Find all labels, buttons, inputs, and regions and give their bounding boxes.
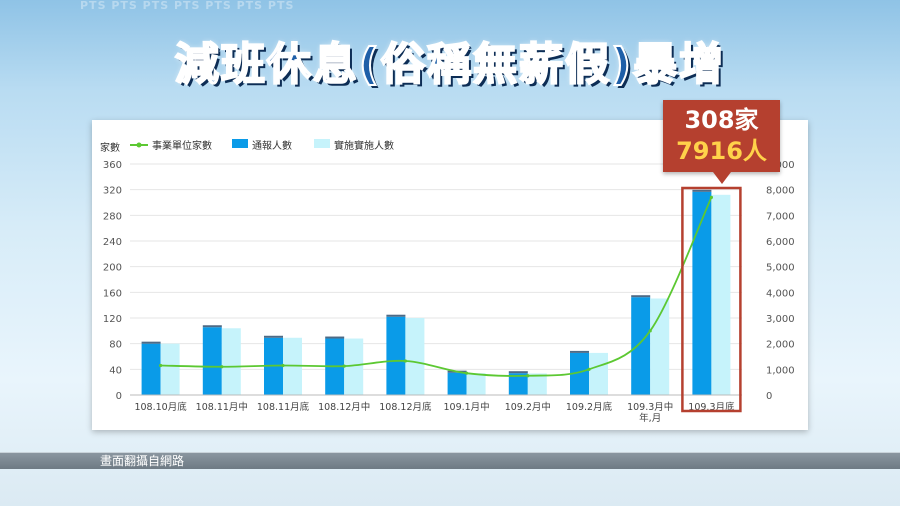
legend-label: 通報人數 — [252, 139, 292, 152]
bar-notified — [692, 191, 712, 395]
line-point — [709, 195, 714, 199]
y-left-tick-label: 40 — [109, 365, 122, 376]
line-point — [648, 329, 652, 333]
callout-people: 7916人 — [676, 137, 767, 165]
source-caption: 畫面翻攝自網路 — [100, 454, 185, 468]
x-tick-label: 年,月 — [639, 412, 661, 424]
y-right-tick-label: 2,000 — [766, 340, 795, 351]
y-right-tick-label: 4,000 — [766, 288, 795, 299]
y-right-tick-label: 1,000 — [766, 365, 795, 376]
x-tick-label: 109.2月中 — [505, 401, 551, 413]
bar-implemented — [160, 343, 180, 395]
y-left-tick-label: 80 — [109, 340, 122, 351]
bar-top-cap — [631, 295, 651, 298]
line-point — [465, 371, 469, 375]
line-point — [281, 363, 285, 368]
y-left-tick-label: 160 — [103, 288, 122, 299]
bar-implemented — [650, 298, 670, 395]
x-tick-label: 109.1月中 — [443, 401, 489, 413]
callout-companies: 308家 — [684, 106, 759, 134]
bar-notified — [386, 316, 406, 395]
bar-implemented — [466, 373, 486, 395]
y-left-tick-label: 280 — [103, 211, 122, 222]
bar-implemented — [589, 352, 608, 395]
x-tick-label: 108.10月底 — [134, 401, 187, 413]
x-tick-label: 108.11月底 — [257, 401, 310, 413]
y-left-tick-label: 320 — [103, 186, 122, 197]
line-point — [220, 365, 224, 369]
legend-bar-swatch — [232, 139, 248, 148]
x-tick-label: 108.11月中 — [196, 401, 248, 413]
callout-box: 308家 7916人 — [663, 100, 780, 184]
y-right-tick-label: 6,000 — [766, 237, 795, 248]
bar-notified — [631, 297, 651, 395]
y-left-tick-label: 200 — [103, 263, 122, 274]
line-point — [526, 374, 530, 378]
y-right-tick-label: 7,000 — [766, 211, 795, 222]
y-left-tick-label: 360 — [103, 160, 122, 171]
bar-top-cap — [202, 325, 222, 328]
legend-line-marker — [136, 142, 142, 148]
x-tick-label: 108.12月底 — [379, 401, 432, 413]
legend-label: 實施實施人數 — [334, 139, 394, 152]
legend-label: 事業單位家數 — [152, 139, 212, 152]
y-right-tick-label: 0 — [766, 391, 772, 402]
bar-implemented — [221, 328, 241, 395]
y-right-tick-label: 3,000 — [766, 314, 795, 325]
x-tick-label: 109.3月中 — [627, 401, 673, 413]
bar-top-cap — [692, 189, 712, 192]
line-point — [342, 364, 346, 368]
bar-top-cap — [570, 350, 589, 353]
bar-notified — [202, 327, 222, 395]
y-left-tick-label: 120 — [103, 314, 122, 325]
y-left-tick-label: 0 — [116, 391, 122, 402]
bar-implemented — [405, 318, 425, 395]
bar-top-cap — [508, 371, 528, 374]
bar-top-cap — [264, 335, 283, 338]
x-tick-label: 108.12月中 — [318, 401, 370, 413]
line-point — [403, 359, 407, 363]
line-point — [587, 367, 591, 371]
bar-implemented — [527, 373, 547, 395]
y-right-tick-label: 8,000 — [766, 186, 795, 197]
legend-bar-swatch — [314, 139, 330, 148]
y-right-tick-label: 5,000 — [766, 263, 795, 274]
bar-notified — [141, 343, 161, 395]
line-point — [159, 363, 163, 368]
y-left-axis-label: 家數 — [100, 141, 120, 154]
x-tick-label: 109.2月底 — [566, 401, 613, 413]
bar-notified — [447, 372, 467, 395]
line-companies — [160, 196, 713, 377]
y-left-tick-label: 240 — [103, 237, 122, 248]
bar-top-cap — [141, 341, 161, 344]
headline: 減班休息(俗稱無薪假)暴增 — [174, 38, 726, 91]
bar-implemented — [711, 194, 731, 395]
bar-top-cap — [386, 314, 406, 317]
bar-top-cap — [325, 336, 345, 339]
